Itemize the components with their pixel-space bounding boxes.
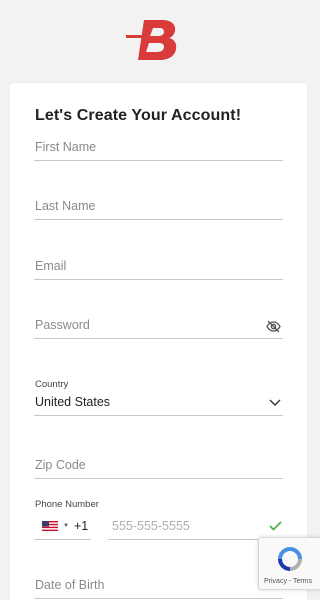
page-title: Let's Create Your Account! <box>35 107 242 124</box>
email-field[interactable]: Email <box>34 259 283 280</box>
password-field[interactable]: Password <box>34 318 283 339</box>
zip-code-placeholder: Zip Code <box>35 458 86 472</box>
recaptcha-links[interactable]: Privacy - Terms <box>264 578 312 585</box>
password-placeholder: Password <box>35 318 90 332</box>
phone-number-label: Phone Number <box>35 499 99 510</box>
chevron-down-icon <box>269 399 281 406</box>
date-of-birth-placeholder: Date of Birth <box>35 578 105 592</box>
country-value: United States <box>35 395 111 409</box>
phone-number-field[interactable]: 555-555-5555 <box>108 519 283 540</box>
signup-card: Let's Create Your Account! First Name La… <box>10 83 307 600</box>
first-name-placeholder: First Name <box>35 140 97 154</box>
us-flag-icon <box>42 521 58 531</box>
country-select[interactable]: United States <box>34 395 283 416</box>
phone-number-placeholder: 555-555-5555 <box>112 519 190 533</box>
recaptcha-badge[interactable]: Privacy - Terms <box>258 537 320 590</box>
brand-logo-icon <box>126 20 177 60</box>
first-name-field[interactable]: First Name <box>34 140 283 161</box>
phone-country-code: +1 <box>74 519 89 533</box>
phone-country-select[interactable]: ▼ +1 <box>34 519 91 540</box>
last-name-field[interactable]: Last Name <box>34 199 283 220</box>
checkmark-icon <box>269 521 282 531</box>
country-label: Country <box>35 379 69 390</box>
eye-hidden-icon[interactable] <box>266 320 281 333</box>
last-name-placeholder: Last Name <box>35 199 96 213</box>
caret-down-icon: ▼ <box>63 523 69 529</box>
email-placeholder: Email <box>35 259 67 273</box>
date-of-birth-field[interactable]: Date of Birth <box>34 578 283 599</box>
recaptcha-icon <box>278 547 302 571</box>
zip-code-field[interactable]: Zip Code <box>34 458 283 479</box>
